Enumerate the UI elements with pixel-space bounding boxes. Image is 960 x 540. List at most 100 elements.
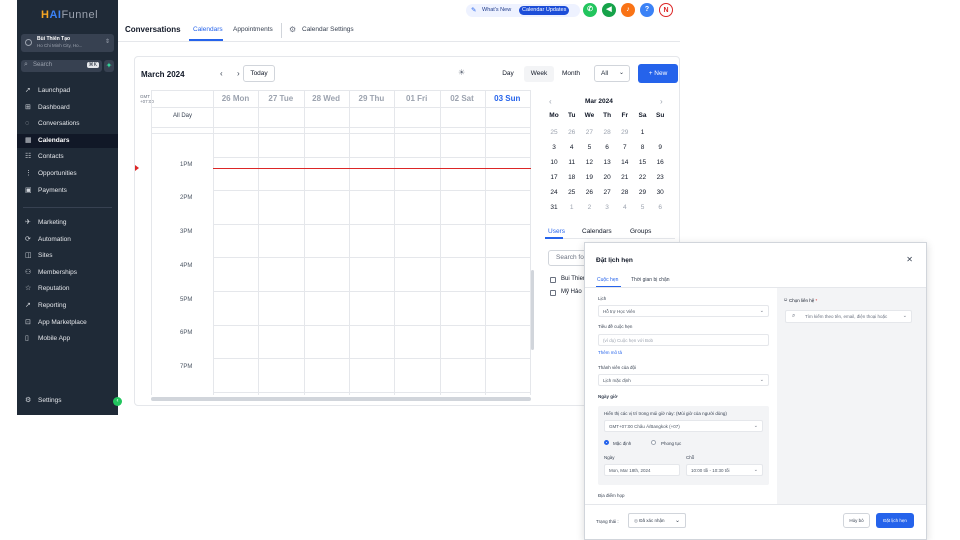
location-switcher[interactable]: Bùi Thiên Tạo Ho Chi Minh City, Ho... ⇕: [21, 34, 114, 52]
date-cell[interactable]: 26: [580, 187, 598, 198]
date-cell[interactable]: 19: [580, 172, 598, 183]
date-cell[interactable]: 29: [616, 127, 634, 138]
tab-appointments[interactable]: Appointments: [233, 26, 273, 33]
date-cell[interactable]: 31: [545, 202, 563, 213]
calendar-settings-link[interactable]: Calendar Settings: [302, 26, 354, 33]
tab-calendars-filter[interactable]: Calendars: [582, 228, 612, 235]
quick-add-button[interactable]: ✦: [104, 60, 114, 72]
date-cell[interactable]: 23: [651, 172, 669, 183]
date-cell[interactable]: 24: [545, 187, 563, 198]
date-cell[interactable]: 14: [616, 157, 634, 168]
date-cell[interactable]: 28: [616, 187, 634, 198]
view-day-button[interactable]: Day: [496, 66, 520, 82]
date-cell[interactable]: 17: [545, 172, 563, 183]
sidebar-item-memberships[interactable]: ⚇ Memberships: [17, 266, 118, 280]
date-cell[interactable]: 4: [616, 202, 634, 213]
date-cell[interactable]: 21: [616, 172, 634, 183]
date-cell[interactable]: 2: [580, 202, 598, 213]
date-cell[interactable]: 27: [580, 127, 598, 138]
cancel-button[interactable]: Hủy bỏ: [843, 513, 870, 528]
sidebar-item-reputation[interactable]: ☆ Reputation: [17, 282, 118, 296]
contact-search-input[interactable]: ⌕ Tìm kiếm theo tên, email, điện thoại h…: [785, 310, 912, 323]
help-icon[interactable]: ?: [640, 3, 654, 17]
sidebar-item-launchpad[interactable]: ➚ Launchpad: [17, 84, 118, 98]
date-cell[interactable]: 8: [634, 142, 652, 153]
date-cell[interactable]: 30: [651, 187, 669, 198]
sidebar-item-reporting[interactable]: ↗ Reporting: [17, 299, 118, 313]
view-month-button[interactable]: Month: [556, 66, 586, 82]
chevron-left-icon[interactable]: ‹: [549, 97, 552, 106]
day-header[interactable]: 27 Tue: [258, 94, 303, 103]
tab-users[interactable]: Users: [548, 228, 565, 235]
chevron-right-icon[interactable]: ›: [660, 97, 663, 106]
tab-groups[interactable]: Groups: [630, 228, 651, 235]
timezone-select[interactable]: GMT+07:00 Châu Á/Bangkok (+07) ⌄: [604, 420, 763, 432]
slot-select[interactable]: 10:00 tối - 10:30 tối ⌄: [686, 464, 763, 476]
date-cell[interactable]: 3: [598, 202, 616, 213]
sidebar-item-settings[interactable]: ⚙ Settings: [17, 394, 118, 408]
date-cell[interactable]: 12: [580, 157, 598, 168]
today-button[interactable]: Today: [243, 65, 275, 82]
day-header[interactable]: 26 Mon: [213, 94, 258, 103]
day-header[interactable]: 03 Sun: [485, 94, 530, 103]
date-cell[interactable]: 26: [563, 127, 581, 138]
appointment-title-input[interactable]: (ví dụ) Cuộc hẹn với Bob: [598, 334, 769, 346]
sidebar-item-contacts[interactable]: ☷ Contacts: [17, 150, 118, 164]
date-cell[interactable]: 6: [651, 202, 669, 213]
vertical-scrollbar[interactable]: [531, 270, 534, 350]
date-cell[interactable]: 29: [634, 187, 652, 198]
user-checkbox[interactable]: [550, 290, 556, 296]
selected-date-cell[interactable]: 2: [651, 127, 669, 138]
sidebar-item-calendars[interactable]: ▦ Calendars: [17, 134, 118, 148]
sidebar-item-payments[interactable]: ▣ Payments: [17, 184, 118, 198]
date-cell[interactable]: 1: [563, 202, 581, 213]
date-cell[interactable]: 16: [651, 157, 669, 168]
sidebar-item-conversations[interactable]: ◌ Conversations: [17, 117, 118, 131]
date-cell[interactable]: 4: [563, 142, 581, 153]
day-header[interactable]: 01 Fri: [394, 94, 439, 103]
date-cell[interactable]: 10: [545, 157, 563, 168]
avatar[interactable]: N: [659, 3, 673, 17]
close-icon[interactable]: ✕: [906, 255, 913, 264]
sidebar-item-sites[interactable]: ◫ Sites: [17, 249, 118, 263]
whats-new-pill[interactable]: ✎ What's New Calendar Updates: [466, 4, 580, 17]
calendar-updates-badge[interactable]: Calendar Updates: [519, 6, 570, 15]
horizontal-scrollbar[interactable]: [151, 397, 531, 401]
date-cell[interactable]: 7: [616, 142, 634, 153]
gear-icon[interactable]: ⚙: [289, 25, 296, 34]
date-cell[interactable]: 22: [634, 172, 652, 183]
team-member-select[interactable]: Lịch mặc định ⌄: [598, 374, 769, 386]
sidebar-item-opportunities[interactable]: ⋮ Opportunities: [17, 167, 118, 181]
bell-icon[interactable]: ♪: [621, 3, 635, 17]
add-description-link[interactable]: Thêm mô tả: [598, 350, 622, 355]
date-cell[interactable]: 3: [545, 142, 563, 153]
lightbulb-icon[interactable]: ☀: [458, 68, 465, 77]
chevron-left-icon[interactable]: ‹: [220, 69, 223, 78]
book-appointment-button[interactable]: Đặt lịch hẹn: [876, 513, 914, 528]
calendar-select[interactable]: Hỗ trợ Học Viên ⌄: [598, 305, 769, 317]
tab-calendars[interactable]: Calendars: [193, 26, 223, 33]
sidebar-item-dashboard[interactable]: ⊞ Dashboard: [17, 101, 118, 115]
date-cell[interactable]: 20: [598, 172, 616, 183]
date-cell[interactable]: 5: [634, 202, 652, 213]
date-cell[interactable]: 28: [598, 127, 616, 138]
date-cell[interactable]: 11: [563, 157, 581, 168]
date-cell[interactable]: 27: [598, 187, 616, 198]
date-cell[interactable]: 18: [563, 172, 581, 183]
date-input[interactable]: Mon, Mar 18th, 2024: [604, 464, 680, 476]
calendar-filter-select[interactable]: All ⌄: [594, 65, 630, 82]
day-header[interactable]: 02 Sat: [440, 94, 485, 103]
date-cell[interactable]: 15: [634, 157, 652, 168]
status-select[interactable]: ◎ Đã xác nhận ⌄: [628, 513, 686, 528]
chevron-right-icon[interactable]: ›: [237, 69, 240, 78]
date-cell[interactable]: 25: [563, 187, 581, 198]
view-week-button[interactable]: Week: [524, 66, 554, 82]
sidebar-item-marketing[interactable]: ✈ Marketing: [17, 216, 118, 230]
date-cell[interactable]: 1: [634, 127, 652, 138]
date-cell[interactable]: 5: [580, 142, 598, 153]
date-cell[interactable]: 9: [651, 142, 669, 153]
custom-radio[interactable]: [651, 440, 656, 445]
day-header[interactable]: 28 Wed: [304, 94, 349, 103]
date-cell[interactable]: 25: [545, 127, 563, 138]
sidebar-item-automation[interactable]: ⟳ Automation: [17, 233, 118, 247]
